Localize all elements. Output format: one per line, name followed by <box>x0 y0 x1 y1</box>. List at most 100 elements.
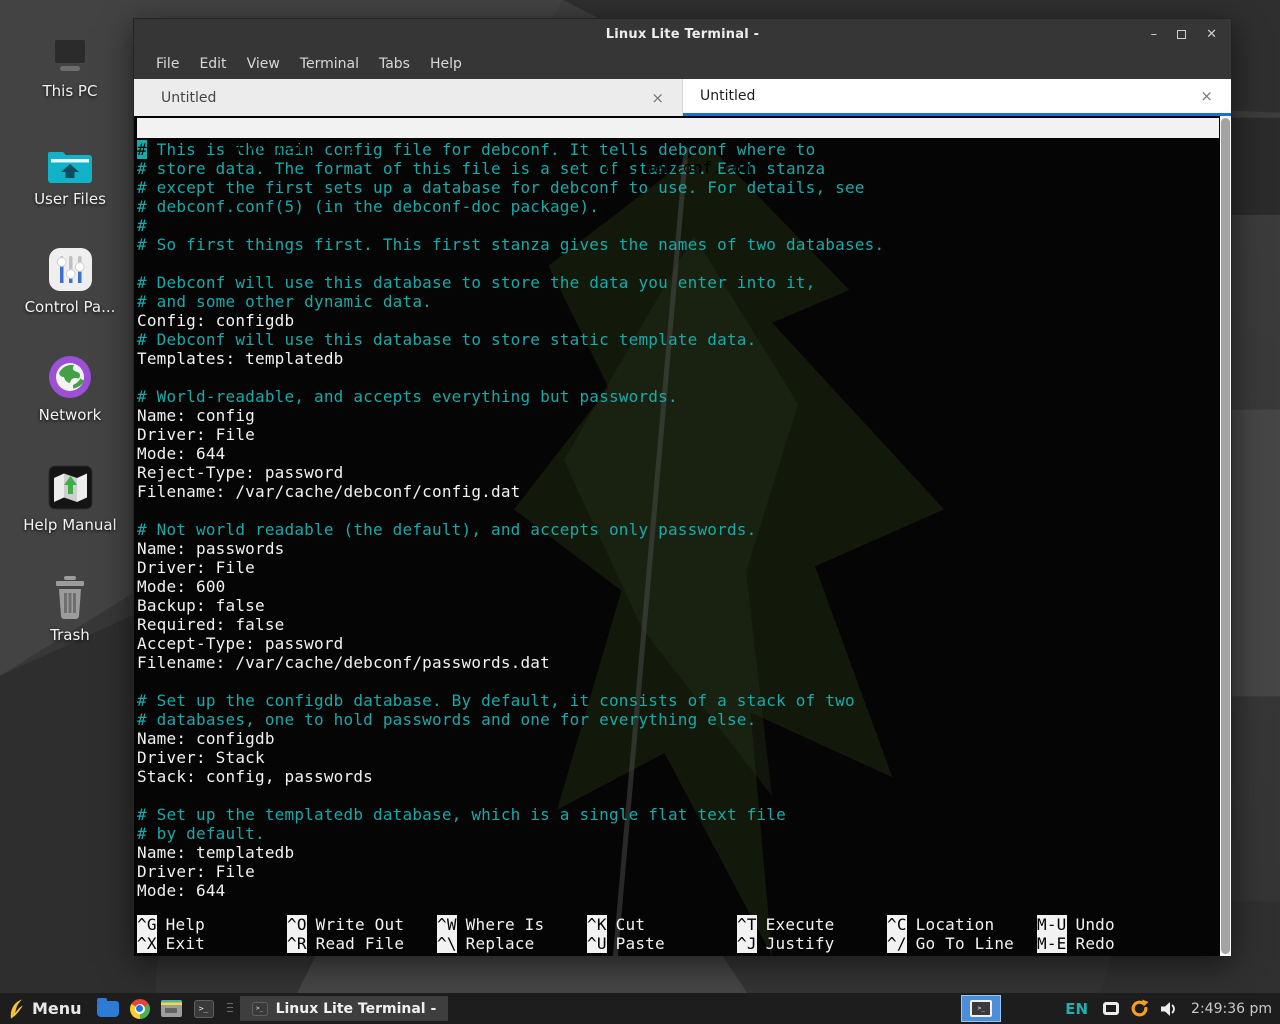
desktop-icon-label: Control Pa... <box>14 298 126 316</box>
chrome-launcher[interactable] <box>128 997 152 1021</box>
terminal-line: Config: configdb <box>137 311 1220 330</box>
terminal-view[interactable]: GNU nano 7.2 /etc/debconf.conf # This is… <box>134 116 1231 956</box>
desktop-icon-network[interactable]: Network <box>14 350 126 424</box>
terminal-line: # except the first sets up a database fo… <box>137 178 1220 197</box>
shortcut-label: Justify <box>766 934 835 953</box>
desktop-icon-label: Trash <box>14 626 126 644</box>
terminal-line: Driver: Stack <box>137 748 1220 767</box>
terminal-line: # Debconf will use this database to stor… <box>137 273 1220 292</box>
clock[interactable]: 2:49:36 pm <box>1191 1001 1272 1017</box>
shortcut-row-1: ^G Help ^OWrite Out^WWhere Is^KCut^TExecut… <box>137 915 1220 934</box>
terminal-line <box>137 254 1220 273</box>
desktop-icon-label: Help Manual <box>14 516 126 534</box>
nano-shortcut[interactable]: ^/Go To Line <box>887 934 1037 953</box>
terminal-line: Name: config <box>137 406 1220 425</box>
shortcut-key: M-E <box>1037 934 1067 953</box>
network-globe-icon <box>14 350 126 400</box>
volume-icon[interactable] <box>1159 1001 1177 1017</box>
desktop-icon-label: User Files <box>14 190 126 208</box>
terminal-line: Name: templatedb <box>137 843 1220 862</box>
terminal-line: # by default. <box>137 824 1220 843</box>
shortcut-label: Location <box>916 915 995 934</box>
terminal-scrollbar[interactable] <box>1220 116 1231 956</box>
desktop-icon-help-manual[interactable]: Help Manual <box>14 460 126 534</box>
terminal-line <box>137 368 1220 387</box>
task-button-terminal[interactable]: >_ Linux Lite Terminal - <box>240 996 449 1021</box>
tab-untitled-1[interactable]: Untitled × <box>134 79 683 116</box>
desktop-icon-trash[interactable]: Trash <box>14 570 126 644</box>
shortcut-key: ^R <box>287 934 307 953</box>
editor-lines: # This is the main config file for debco… <box>137 140 1220 900</box>
nano-shortcut[interactable]: M-ERedo <box>1037 934 1115 953</box>
menu-item[interactable]: View <box>237 56 290 72</box>
shortcut-label: Replace <box>466 934 535 953</box>
file-manager-launcher[interactable] <box>96 997 120 1021</box>
window-title: Linux Lite Terminal - <box>606 27 759 42</box>
menu-item[interactable]: File <box>146 56 189 72</box>
minimize-button[interactable]: – <box>1151 28 1158 41</box>
shortcut-key: ^U <box>587 934 607 953</box>
shortcut-key: ^G <box>137 915 157 934</box>
close-button[interactable]: ✕ <box>1206 28 1217 41</box>
menu-item[interactable]: Edit <box>189 56 236 72</box>
shortcut-label: Write Out <box>316 915 405 934</box>
terminal-line: # Debconf will use this database to stor… <box>137 330 1220 349</box>
terminal-launcher[interactable]: >_ <box>192 997 216 1021</box>
blue-folder-icon <box>97 1001 119 1017</box>
shortcut-key: ^W <box>437 915 457 934</box>
terminal-line: Driver: File <box>137 862 1220 881</box>
desktop-icon-this-pc[interactable]: This PC <box>14 26 126 100</box>
tab-untitled-2[interactable]: Untitled × <box>683 79 1231 116</box>
menu-item[interactable]: Help <box>420 56 472 72</box>
nano-version: GNU nano 7.2 <box>238 138 356 157</box>
desktop-icon-user-files[interactable]: User Files <box>14 134 126 208</box>
menu-item[interactable]: Tabs <box>369 56 420 72</box>
tray-active-window-button[interactable]: >_ <box>961 995 1001 1022</box>
tab-close-icon[interactable]: × <box>651 89 664 107</box>
archive-launcher[interactable] <box>160 997 184 1021</box>
nano-shortcut[interactable]: ^UPaste <box>587 934 737 953</box>
terminal-line: Filename: /var/cache/debconf/passwords.d… <box>137 653 1220 672</box>
nano-shortcut[interactable]: ^KCut <box>587 915 737 934</box>
nano-shortcut[interactable]: ^OWrite Out <box>287 915 437 934</box>
terminal-line: # Set up the configdb database. By defau… <box>137 691 1220 710</box>
shortcut-key: M-U <box>1037 915 1067 934</box>
desktop-icon-label: This PC <box>14 82 126 100</box>
chrome-icon <box>130 999 150 1019</box>
tab-close-icon[interactable]: × <box>1200 87 1213 105</box>
terminal-line: # So first things first. This first stan… <box>137 235 1220 254</box>
nano-shortcut[interactable]: ^\Replace <box>437 934 587 953</box>
terminal-line: Name: configdb <box>137 729 1220 748</box>
scrollbar-thumb[interactable] <box>1221 118 1230 954</box>
nano-shortcut[interactable]: M-UUndo <box>1037 915 1115 934</box>
nano-shortcut[interactable]: ^CLocation <box>887 915 1037 934</box>
window-outline-tray-icon[interactable] <box>1103 1002 1119 1015</box>
archive-icon <box>161 1000 182 1017</box>
update-notifier-icon[interactable] <box>1130 999 1149 1018</box>
nano-shortcut[interactable]: ^JJustify <box>737 934 887 953</box>
terminal-icon: >_ <box>252 1002 268 1016</box>
task-button-label: Linux Lite Terminal - <box>276 1001 437 1017</box>
desktop-icon-control-panel[interactable]: Control Pa... <box>14 242 126 316</box>
keyboard-layout-indicator[interactable]: EN <box>1065 1000 1088 1018</box>
nano-shortcut[interactable]: ^G Help <box>137 915 287 934</box>
terminal-line: Backup: false <box>137 596 1220 615</box>
nano-shortcut[interactable]: ^RRead File <box>287 934 437 953</box>
linux-lite-logo-icon <box>8 998 25 1020</box>
tab-bar: Untitled × Untitled × <box>134 79 1231 116</box>
terminal-line: Name: passwords <box>137 539 1220 558</box>
terminal-window: Linux Lite Terminal - – ✕ FileEditViewTe… <box>133 18 1232 955</box>
titlebar[interactable]: Linux Lite Terminal - – ✕ <box>134 19 1231 49</box>
terminal-line: Driver: File <box>137 558 1220 577</box>
nano-shortcut[interactable]: ^WWhere Is <box>437 915 587 934</box>
start-menu-button[interactable]: Menu <box>8 998 82 1020</box>
maximize-button[interactable] <box>1177 30 1186 39</box>
desktop-icon-label: Network <box>14 406 126 424</box>
nano-shortcut[interactable]: ^XExit <box>137 934 287 953</box>
trash-icon <box>14 570 126 620</box>
shortcut-label: Help <box>166 915 205 934</box>
nano-shortcut[interactable]: ^TExecute <box>737 915 887 934</box>
terminal-line: # <box>137 216 1220 235</box>
start-menu-label: Menu <box>32 999 82 1018</box>
menu-item[interactable]: Terminal <box>290 56 369 72</box>
